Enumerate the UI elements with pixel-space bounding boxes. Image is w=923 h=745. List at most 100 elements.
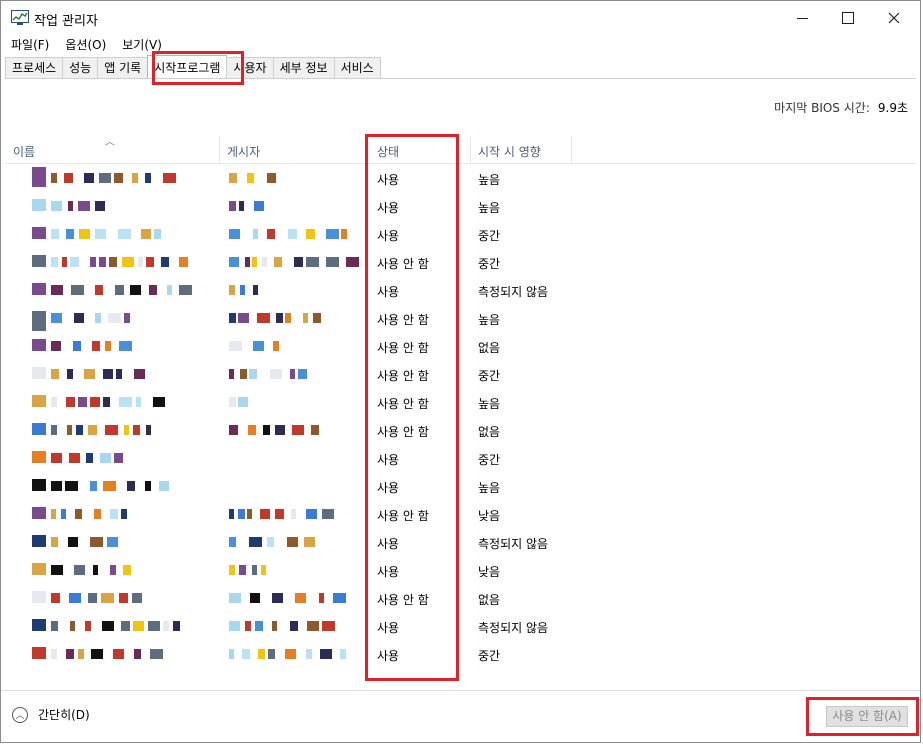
name-pixelated — [86, 453, 93, 463]
name-pixelated — [88, 593, 97, 603]
name-pixelated — [85, 621, 91, 631]
name-pixelated — [51, 229, 59, 239]
name-pixelated — [100, 453, 111, 463]
table-row[interactable]: 사용 중간 — [1, 445, 922, 473]
minimize-button[interactable] — [779, 1, 825, 35]
publisher-pixelated — [239, 565, 246, 575]
publisher-pixelated — [267, 173, 276, 183]
name-pixelated — [115, 285, 124, 295]
publisher-pixelated — [229, 397, 236, 407]
name-pixelated — [75, 509, 82, 519]
name-pixelated — [99, 173, 111, 183]
table-row[interactable]: 사용 안 함 높음 — [1, 389, 922, 417]
app-icon-pixelated — [32, 451, 46, 463]
table-row[interactable]: 사용 안 함 없음 — [1, 585, 922, 613]
table-row[interactable]: 사용 안 함 낮음 — [1, 501, 922, 529]
name-pixelated — [113, 649, 124, 659]
tab-performance[interactable]: 성능 — [62, 57, 99, 79]
name-pixelated — [51, 425, 57, 435]
publisher-pixelated — [267, 229, 275, 239]
name-pixelated — [101, 593, 114, 603]
publisher-pixelated — [252, 565, 257, 575]
table-row[interactable]: 사용 안 함 없음 — [1, 417, 922, 445]
publisher-pixelated — [253, 229, 258, 239]
publisher-pixelated — [229, 565, 235, 575]
column-separator[interactable] — [219, 137, 220, 163]
column-startup-impact[interactable]: 시작 시 영향 — [478, 143, 541, 160]
highlight-disable-button — [806, 697, 919, 736]
tab-services[interactable]: 서비스 — [333, 57, 381, 79]
table-row[interactable]: 사용 높음 — [1, 193, 922, 221]
table-row[interactable]: 사용 중간 — [1, 641, 922, 669]
impact-cell: 높음 — [478, 173, 501, 187]
name-pixelated — [179, 285, 192, 295]
name-pixelated — [134, 649, 141, 659]
name-pixelated — [159, 481, 169, 491]
table-row[interactable]: 사용 안 함 중간 — [1, 361, 922, 389]
task-manager-window: 작업 관리자 파일(F) 옵션(O) 보기(V) 프로세스 성능 앱 기록 시작… — [0, 0, 921, 743]
publisher-pixelated — [272, 621, 277, 631]
table-row[interactable]: 사용 측정되지 않음 — [1, 529, 922, 557]
name-pixelated — [119, 341, 132, 351]
name-pixelated — [179, 257, 188, 267]
table-row[interactable]: 사용 측정되지 않음 — [1, 277, 922, 305]
name-pixelated — [124, 425, 129, 435]
name-pixelated — [51, 509, 56, 519]
name-pixelated — [110, 509, 118, 519]
name-pixelated — [51, 621, 58, 631]
name-pixelated — [138, 257, 143, 267]
table-row[interactable]: 사용 높음 — [1, 473, 922, 501]
app-icon-pixelated — [32, 395, 46, 407]
publisher-pixelated — [306, 509, 317, 519]
publisher-pixelated — [294, 257, 303, 267]
publisher-pixelated — [276, 313, 283, 323]
publisher-pixelated — [307, 621, 319, 631]
column-separator[interactable] — [571, 137, 572, 163]
name-pixelated — [90, 537, 103, 547]
table-row[interactable]: 사용 안 함 중간 — [1, 249, 922, 277]
tab-app-history[interactable]: 앱 기록 — [97, 57, 149, 79]
publisher-pixelated — [273, 341, 279, 351]
publisher-pixelated — [229, 621, 240, 631]
publisher-pixelated — [292, 425, 304, 435]
name-pixelated — [51, 173, 57, 183]
name-pixelated — [84, 173, 94, 183]
publisher-pixelated — [295, 593, 306, 603]
close-button[interactable] — [871, 1, 917, 35]
column-publisher[interactable]: 게시자 — [227, 143, 260, 160]
table-row[interactable]: 사용 높음 — [1, 165, 922, 193]
menu-options[interactable]: 옵션(O) — [59, 35, 112, 55]
table-row[interactable]: 사용 낮음 — [1, 557, 922, 585]
tab-details[interactable]: 세부 정보 — [272, 57, 335, 79]
publisher-pixelated — [322, 621, 335, 631]
table-row[interactable]: 사용 안 함 높음 — [1, 305, 922, 333]
publisher-pixelated — [250, 593, 260, 603]
impact-cell: 중간 — [478, 229, 501, 243]
publisher-pixelated — [326, 257, 339, 267]
impact-cell: 중간 — [478, 369, 501, 383]
table-row[interactable]: 사용 측정되지 않음 — [1, 613, 922, 641]
fewer-details-toggle[interactable]: ︿ 간단히(D) — [12, 706, 90, 723]
name-pixelated — [133, 621, 144, 631]
name-pixelated — [148, 621, 160, 631]
name-pixelated — [84, 369, 95, 379]
name-pixelated — [78, 649, 84, 659]
column-separator[interactable] — [470, 137, 471, 163]
tab-processes[interactable]: 프로세스 — [5, 57, 64, 79]
table-row[interactable]: 사용 중간 — [1, 221, 922, 249]
publisher-pixelated — [263, 425, 270, 435]
column-name[interactable]: 이름 — [13, 143, 35, 160]
sort-ascending-icon: ︿ — [105, 137, 115, 148]
name-pixelated — [95, 313, 101, 323]
name-pixelated — [146, 257, 154, 267]
maximize-button[interactable] — [825, 1, 871, 35]
table-row[interactable]: 사용 안 함 없음 — [1, 333, 922, 361]
name-pixelated — [134, 369, 145, 379]
publisher-pixelated — [333, 593, 346, 603]
name-pixelated — [88, 425, 97, 435]
menu-file[interactable]: 파일(F) — [5, 35, 55, 55]
app-icon-pixelated — [32, 255, 46, 267]
name-pixelated — [66, 397, 75, 407]
name-pixelated — [68, 201, 73, 211]
publisher-pixelated — [229, 649, 234, 659]
